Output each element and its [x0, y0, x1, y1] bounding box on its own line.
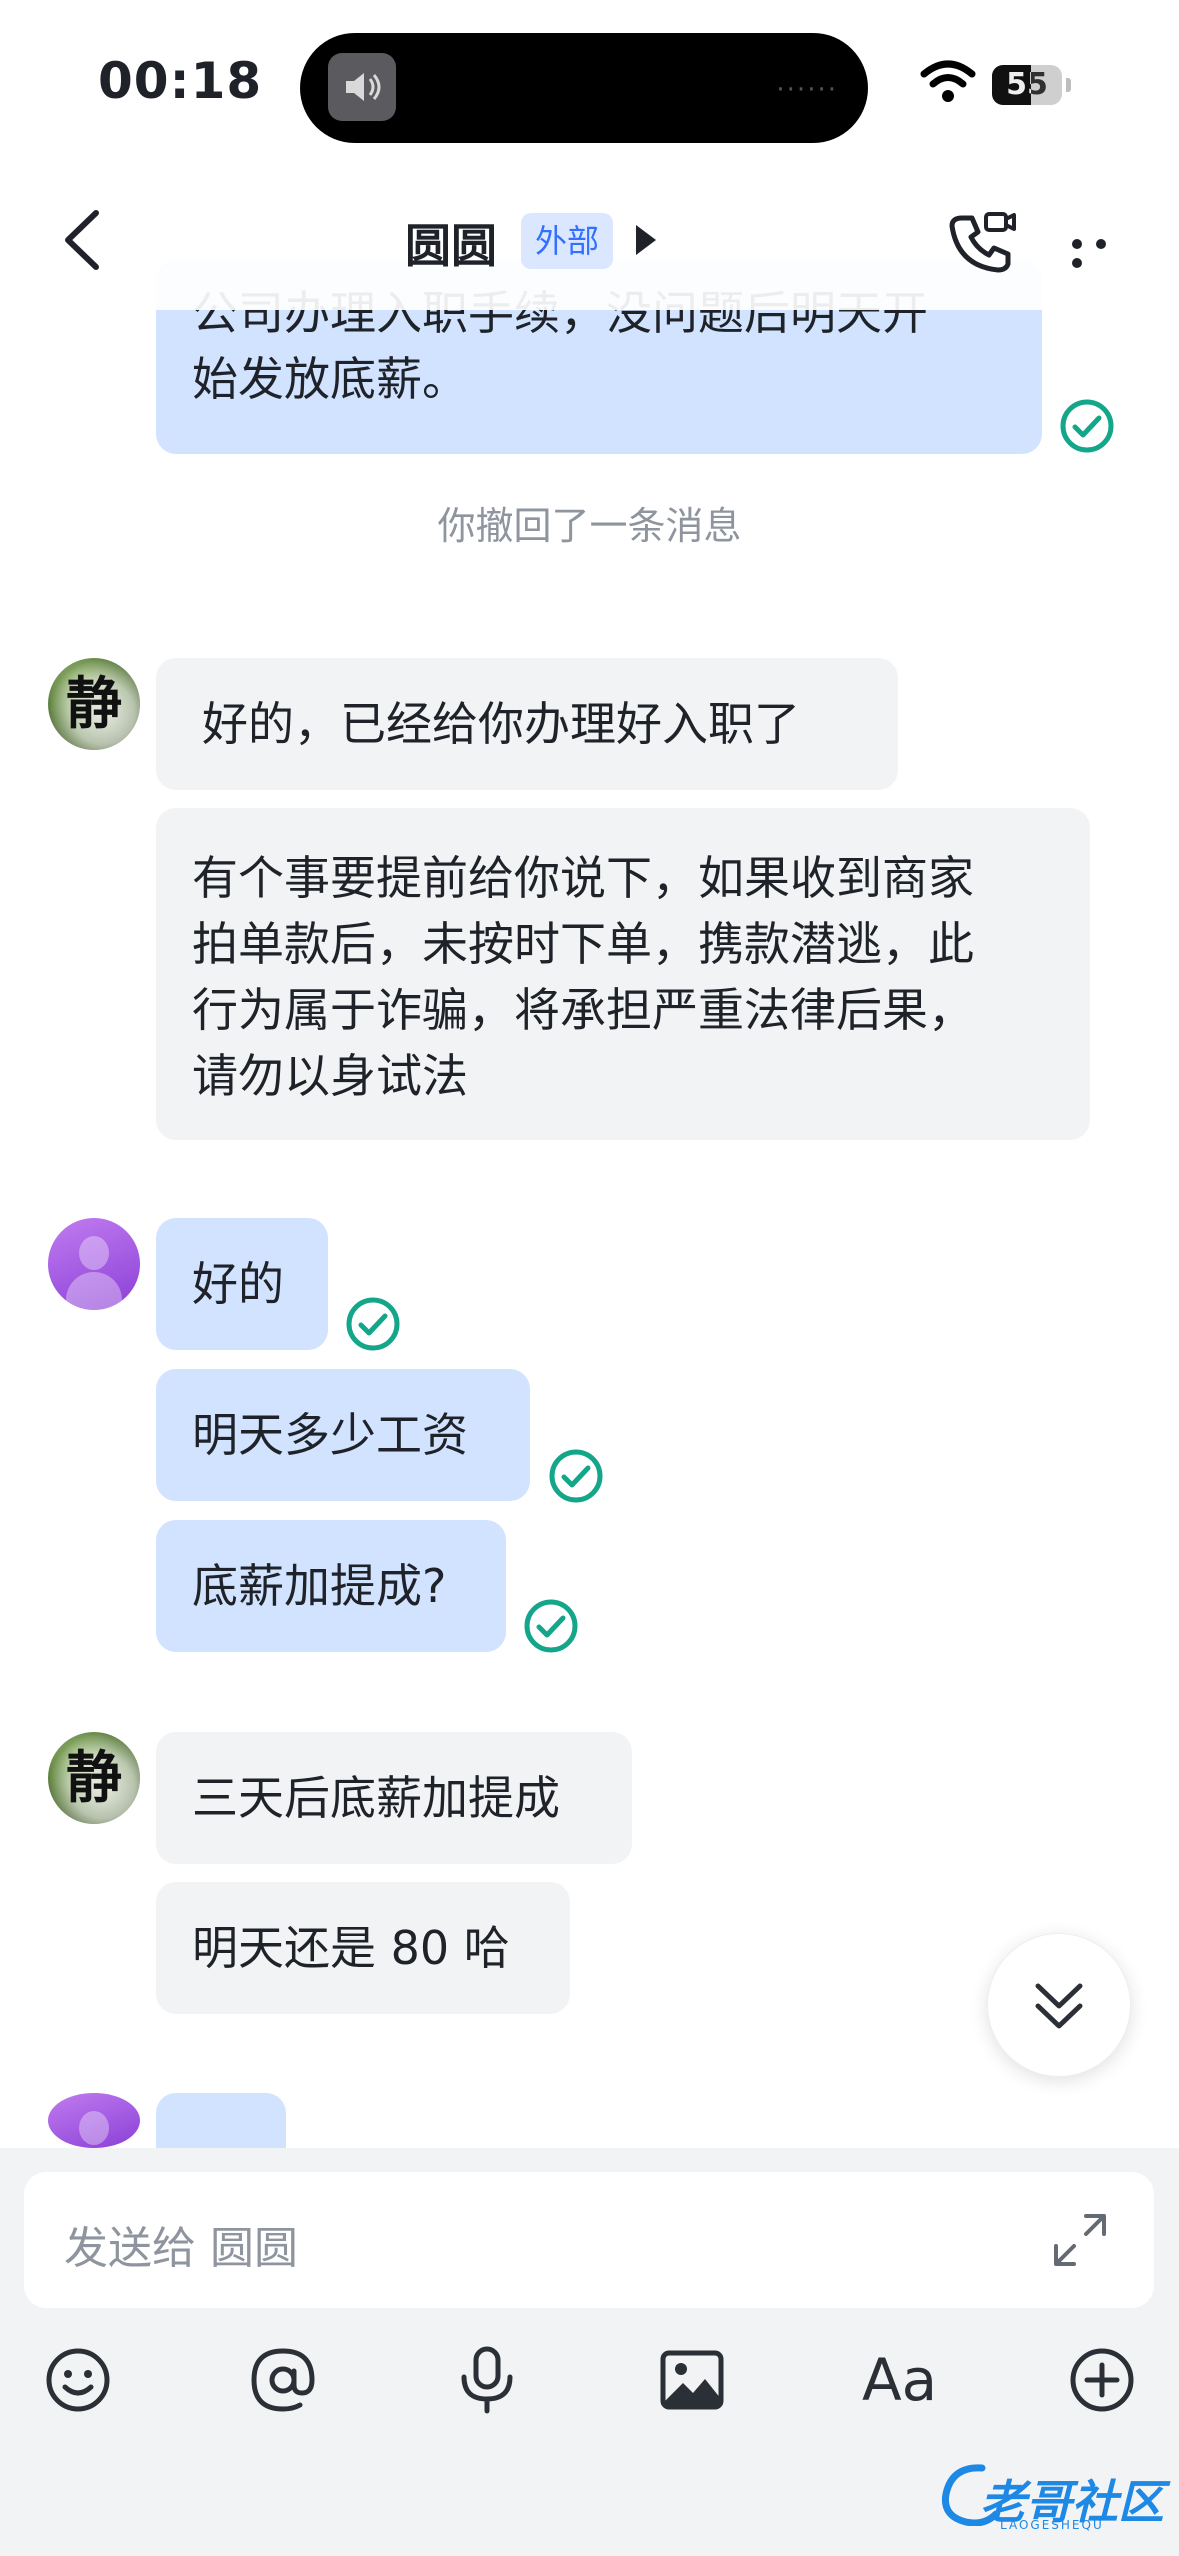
message-text: 底薪加提成?	[192, 1559, 447, 1613]
message-bubble-received[interactable]: 好的，已经给你办理好入职了	[156, 658, 898, 790]
battery-tip	[1066, 78, 1071, 92]
message-bubble-received[interactable]: 明天还是 80 哈	[156, 1882, 570, 2014]
avatar-glyph: 静	[48, 658, 140, 750]
message-line: 拍单款后，未按时下单，携款潜逃，此	[192, 917, 974, 971]
message-line: 行为属于诈骗，将承担严重法律后果，	[192, 983, 974, 1037]
system-message-recalled: 你撤回了一条消息	[437, 504, 742, 548]
double-chevron-down-icon	[1035, 1983, 1083, 2029]
message-line: 请勿以身试法	[192, 1049, 468, 1103]
read-check-icon	[346, 1297, 400, 1351]
dynamic-island: ······	[300, 33, 868, 143]
message-bubble-sent-partial[interactable]	[156, 2093, 286, 2148]
message-text: 三天后底薪加提成	[192, 1771, 560, 1825]
read-check-icon	[1060, 399, 1114, 453]
avatar-self[interactable]	[48, 2093, 140, 2148]
more-icon[interactable]	[1072, 234, 1142, 268]
avatar-contact[interactable]: 静	[48, 1732, 140, 1824]
status-bar: 00:18 ······ 55	[0, 0, 1179, 150]
phone-video-icon[interactable]	[948, 208, 1018, 278]
avatar-glyph: 静	[48, 1732, 140, 1824]
image-icon[interactable]	[657, 2345, 727, 2415]
expand-icon[interactable]	[1050, 2210, 1110, 2270]
person-body	[66, 1272, 122, 1310]
read-check-icon	[524, 1599, 578, 1653]
message-line: 有个事要提前给你说下，如果收到商家	[192, 851, 974, 905]
message-input[interactable]: 发送给 圆圆	[24, 2172, 1154, 2308]
message-bubble-sent[interactable]: 明天多少工资	[156, 1369, 530, 1501]
wifi-icon	[920, 60, 976, 102]
font-icon[interactable]: Aa	[862, 2348, 937, 2412]
message-bubble-received[interactable]: 有个事要提前给你说下，如果收到商家 拍单款后，未按时下单，携款潜逃，此 行为属于…	[156, 808, 1090, 1140]
chat-title[interactable]: 圆圆	[405, 210, 497, 276]
battery-percent: 55	[1006, 67, 1048, 102]
message-bubble-received[interactable]: 三天后底薪加提成	[156, 1732, 632, 1864]
message-text: 好的	[192, 1257, 284, 1311]
mic-icon[interactable]	[452, 2345, 522, 2415]
island-dots: ······	[776, 75, 838, 105]
emoji-icon[interactable]	[43, 2345, 113, 2415]
watermark-logo: 老哥社区 LAOGESHEQU	[938, 2462, 1168, 2532]
external-badge: 外部	[521, 213, 614, 269]
message-text: 明天还是 80 哈	[192, 1921, 510, 1975]
input-placeholder: 发送给 圆圆	[64, 2223, 298, 2274]
speaker-icon	[328, 53, 396, 121]
caret-right-icon[interactable]	[636, 225, 656, 255]
message-bubble-sent[interactable]: 底薪加提成?	[156, 1520, 506, 1652]
person-head	[79, 1236, 109, 1270]
avatar-contact[interactable]: 静	[48, 658, 140, 750]
battery-icon: 55	[992, 65, 1062, 105]
message-text: 好的，已经给你办理好入职了	[202, 697, 800, 751]
clock: 00:18	[98, 52, 263, 110]
read-check-icon	[549, 1449, 603, 1503]
avatar-self[interactable]	[48, 1218, 140, 1310]
message-bubble-sent[interactable]: 好的	[156, 1218, 328, 1350]
scroll-to-bottom-button[interactable]	[987, 1933, 1131, 2077]
back-icon[interactable]	[56, 205, 116, 275]
watermark-subtext: LAOGESHEQU	[1000, 2518, 1104, 2532]
plus-circle-icon[interactable]	[1067, 2345, 1137, 2415]
mention-icon[interactable]	[248, 2345, 318, 2415]
person-head	[79, 2111, 109, 2145]
message-text: 始发放底薪。	[192, 352, 468, 406]
nav-bar: 圆圆 外部	[0, 160, 1179, 310]
message-text: 明天多少工资	[192, 1408, 468, 1462]
